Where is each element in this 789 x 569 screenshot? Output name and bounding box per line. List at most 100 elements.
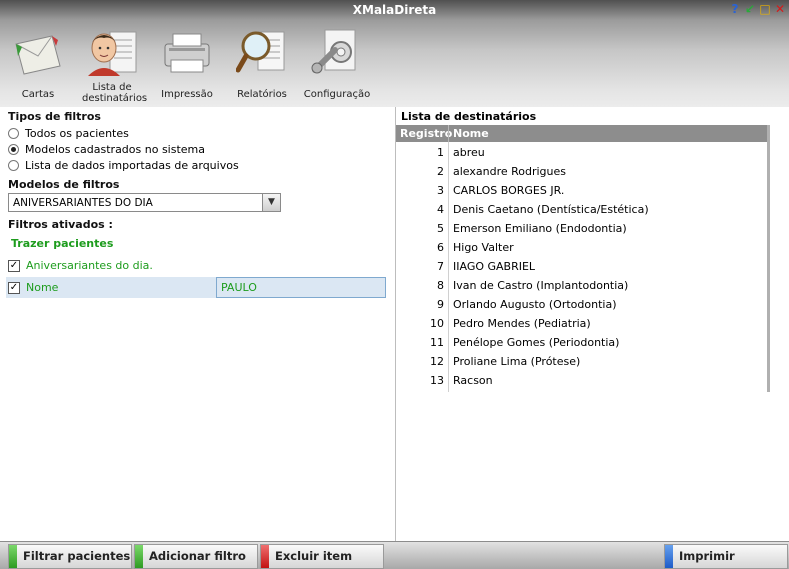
table-row[interactable]: 7 IIAGO GABRIEL [396,256,768,275]
name-filter-input[interactable] [216,277,386,298]
table-row[interactable]: 12 Proliane Lima (Prótese) [396,351,768,370]
column-separator [448,125,449,142]
green-tag-icon [135,545,143,568]
radio-all-patients[interactable]: Todos os pacientes [8,127,129,140]
radio-label: Modelos cadastrados no sistema [25,143,205,156]
radio-indicator[interactable] [8,128,19,139]
green-tag-icon [9,545,17,568]
printer-icon [164,33,210,73]
cell-registro: 5 [437,222,444,235]
button-label: Excluir item [275,549,353,563]
toolbar-button-configuracao[interactable]: Configuração [299,22,375,106]
close-icon[interactable]: ✕ [773,2,787,16]
toolbar-label: Cartas [21,89,55,100]
recipients-table: Registro Nome 1 abreu 2 alexandre Rodrigues… [396,125,770,392]
name-filter-label: Nome [26,281,59,294]
cell-nome: alexandre Rodrigues [453,165,567,178]
filter-patients-button[interactable]: Filtrar pacientes [8,544,132,569]
toolbar-label: Lista de destinatários [82,82,148,104]
main-toolbar: Cartas Lista de destinatários Impressão … [0,22,789,107]
radio-imported-lists[interactable]: Lista de dados importadas de arquivos [8,159,239,172]
cell-nome: Proliane Lima (Prótese) [453,355,581,368]
cell-registro: 8 [437,279,444,292]
toolbar-button-cartas[interactable]: Cartas [0,22,76,106]
cell-registro: 13 [430,374,444,387]
vertical-scrollbar[interactable] [767,125,770,392]
cell-nome: Emerson Emiliano (Endodontia) [453,222,627,235]
table-row[interactable]: 1 abreu [396,142,768,161]
cell-registro: 11 [430,336,444,349]
magnifier-icon [236,31,285,73]
filters-panel: Tipos de filtros Todos os pacientes Mode… [0,107,396,541]
table-row[interactable]: 2 alexandre Rodrigues [396,161,768,180]
select-value: ANIVERSARIANTES DO DIA [13,197,153,209]
checkbox-birthday[interactable]: ✓ [8,259,20,272]
cell-nome: abreu [453,146,485,159]
cell-registro: 4 [437,203,444,216]
fetch-patients-heading: Trazer pacientes [11,237,114,250]
cell-registro: 1 [437,146,444,159]
cell-nome: Higo Valter [453,241,514,254]
window-title: XMalaDireta [352,3,437,17]
app-header: XMalaDireta ? ↙ □ ✕ Cartas Lista de dest… [0,0,789,107]
window-controls: ? ↙ □ ✕ [728,2,787,16]
table-row[interactable]: 10 Pedro Mendes (Pediatria) [396,313,768,332]
toolbar-button-relatorios[interactable]: Relatórios [224,22,300,106]
name-filter-row[interactable]: ✓ Nome [6,277,386,298]
cell-nome: Orlando Augusto (Ortodontia) [453,298,617,311]
button-label: Imprimir [679,549,735,563]
maximize-icon[interactable]: □ [758,2,772,16]
cell-registro: 2 [437,165,444,178]
cell-nome: Denis Caetano (Dentística/Estética) [453,203,649,216]
table-row[interactable]: 4 Denis Caetano (Dentística/Estética) [396,199,768,218]
table-row[interactable]: 6 Higo Valter [396,237,768,256]
cell-nome: CARLOS BORGES JR. [453,184,565,197]
table-row[interactable]: 11 Penélope Gomes (Periodontia) [396,332,768,351]
table-row[interactable]: 9 Orlando Augusto (Ortodontia) [396,294,768,313]
cell-nome: Pedro Mendes (Pediatria) [453,317,591,330]
checkbox-name[interactable]: ✓ [8,281,20,294]
recipients-title: Lista de destinatários [401,110,537,123]
birthday-filter-row[interactable]: ✓ Aniversariantes do dia. [6,259,153,272]
envelope-icon [15,35,61,75]
table-row[interactable]: 5 Emerson Emiliano (Endodontia) [396,218,768,237]
bottom-bar: Filtrar pacientes Adicionar filtro Exclu… [0,541,789,569]
radio-system-models[interactable]: Modelos cadastrados no sistema [8,143,205,156]
cell-nome: IIAGO GABRIEL [453,260,536,273]
cell-registro: 3 [437,184,444,197]
minimize-icon[interactable]: ↙ [743,2,757,16]
person-icon [88,31,137,76]
help-icon[interactable]: ? [728,2,742,16]
column-header-nome[interactable]: Nome [453,127,489,140]
column-header-registro[interactable]: Registro [400,127,452,140]
button-label: Adicionar filtro [149,549,246,563]
red-tag-icon [261,545,269,568]
table-row[interactable]: 3 CARLOS BORGES JR. [396,180,768,199]
chevron-down-icon[interactable]: ▼ [262,194,280,211]
button-label: Filtrar pacientes [23,549,131,563]
cell-nome: Racson [453,374,493,387]
radio-indicator[interactable] [8,144,19,155]
cell-registro: 7 [437,260,444,273]
birthday-filter-label: Aniversariantes do dia. [26,259,153,272]
column-divider [448,142,449,392]
toolbar-button-impressao[interactable]: Impressão [149,22,225,106]
table-body: 1 abreu 2 alexandre Rodrigues 3 CARLOS BORGES… [396,142,768,389]
delete-item-button[interactable]: Excluir item [260,544,384,569]
filter-models-title: Modelos de filtros [8,178,120,191]
filter-model-select[interactable]: ANIVERSARIANTES DO DIA ▼ [8,193,281,212]
print-button[interactable]: Imprimir [664,544,788,569]
wrench-gear-icon [311,29,356,74]
cell-registro: 10 [430,317,444,330]
radio-indicator[interactable] [8,160,19,171]
table-row[interactable]: 13 Racson [396,370,768,389]
table-row[interactable]: 8 Ivan de Castro (Implantodontia) [396,275,768,294]
toolbar-label: Configuração [303,89,371,100]
add-filter-button[interactable]: Adicionar filtro [134,544,258,569]
filter-types-title: Tipos de filtros [8,110,101,123]
toolbar-button-lista[interactable]: Lista de destinatários [74,22,150,106]
cell-registro: 12 [430,355,444,368]
cell-nome: Penélope Gomes (Periodontia) [453,336,620,349]
table-header: Registro Nome [396,125,768,142]
name-filter-check[interactable]: ✓ Nome [6,281,58,294]
